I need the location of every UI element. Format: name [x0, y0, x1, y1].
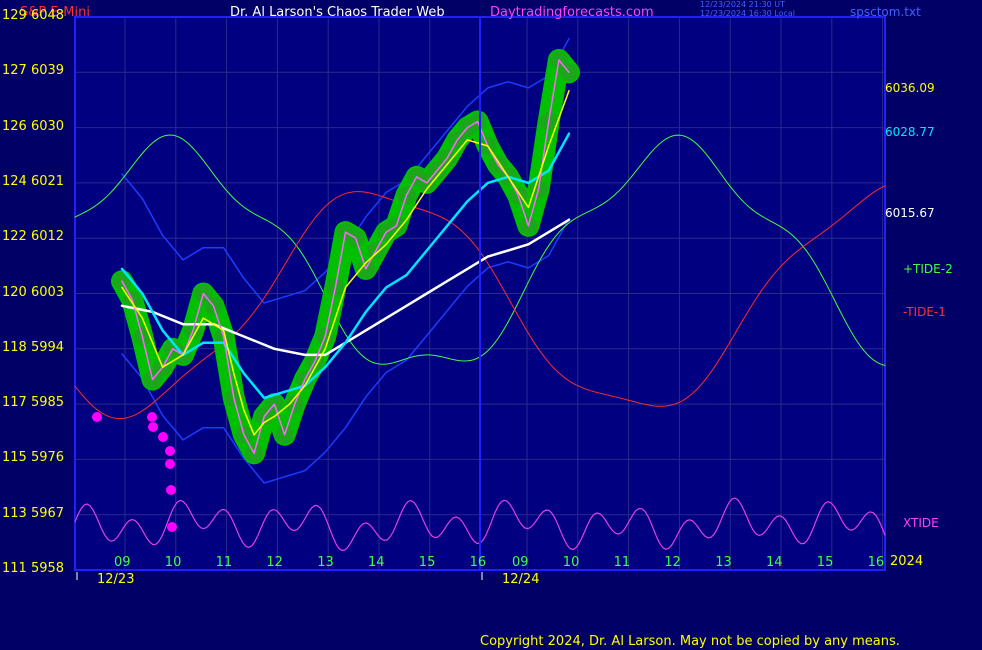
low-marker: [147, 412, 157, 422]
x-tick-label: 12: [266, 555, 283, 570]
x-tick-label: 15: [816, 555, 834, 570]
copyright: Copyright 2024, Dr. Al Larson. May not b…: [480, 634, 900, 649]
x-date-label: 12/23: [97, 572, 135, 587]
tide2-label: +TIDE-2: [903, 262, 953, 276]
x-tick-label: 09: [114, 555, 131, 570]
y-tick-label: 111 5958: [2, 561, 65, 576]
low-marker: [166, 485, 176, 495]
x-date-label: 12/24: [502, 572, 540, 587]
x-tick-label: 14: [766, 555, 783, 570]
low-marker: [148, 422, 158, 432]
x-tick-label: 11: [215, 555, 233, 570]
x-tick-label: 11: [613, 555, 631, 570]
timestamp-ut: 12/23/2024 21:30 UT: [700, 0, 785, 9]
low-marker: [165, 446, 175, 456]
xtide-label: XTIDE: [903, 516, 939, 530]
y-tick-label: 115 5976: [2, 450, 65, 466]
x-tick-label: 14: [368, 555, 385, 570]
x-tick-label: 13: [317, 555, 334, 570]
y-tick-label: 124 6021: [2, 173, 65, 189]
x-tick-label: 12: [664, 555, 681, 570]
low-marker: [92, 412, 102, 422]
y-tick-label: 120 6003: [2, 284, 65, 300]
y-tick-label: 127 6039: [2, 63, 65, 79]
y-tick-label: 126 6030: [2, 118, 65, 134]
value-label-1: 6036.09: [885, 81, 935, 95]
source-file: spsctom.txt: [850, 5, 921, 19]
x-tick-label: 09: [512, 555, 529, 570]
x-tick-label: 16: [867, 555, 885, 570]
low-marker: [165, 459, 175, 469]
value-label-2: 6028.77: [885, 125, 935, 139]
x-tick-label: 10: [164, 555, 182, 570]
low-marker: [158, 432, 168, 442]
value-label-3: 6015.67: [885, 206, 935, 220]
low-marker: [167, 522, 177, 532]
y-tick-label: 113 5967: [2, 505, 65, 521]
timestamp-local: 12/23/2024 16:30 Local: [700, 9, 795, 18]
y-tick-label: 118 5994: [2, 339, 65, 355]
x-tick-label: 10: [562, 555, 580, 570]
y-tick-label: 117 5985: [2, 395, 65, 411]
tide1-label: -TIDE-1: [903, 305, 946, 319]
y-tick-label: 129 6048: [2, 8, 65, 23]
year-label: 2024: [890, 554, 924, 569]
x-tick-label: 16: [469, 555, 487, 570]
site-link[interactable]: Daytradingforecasts.com: [490, 5, 654, 20]
y-tick-label: 122 6012: [2, 229, 65, 245]
x-tick-label: 15: [418, 555, 436, 570]
page-title: Dr. Al Larson's Chaos Trader Web: [230, 5, 445, 20]
x-tick-label: 13: [715, 555, 732, 570]
chaos-chart: [74, 16, 886, 580]
